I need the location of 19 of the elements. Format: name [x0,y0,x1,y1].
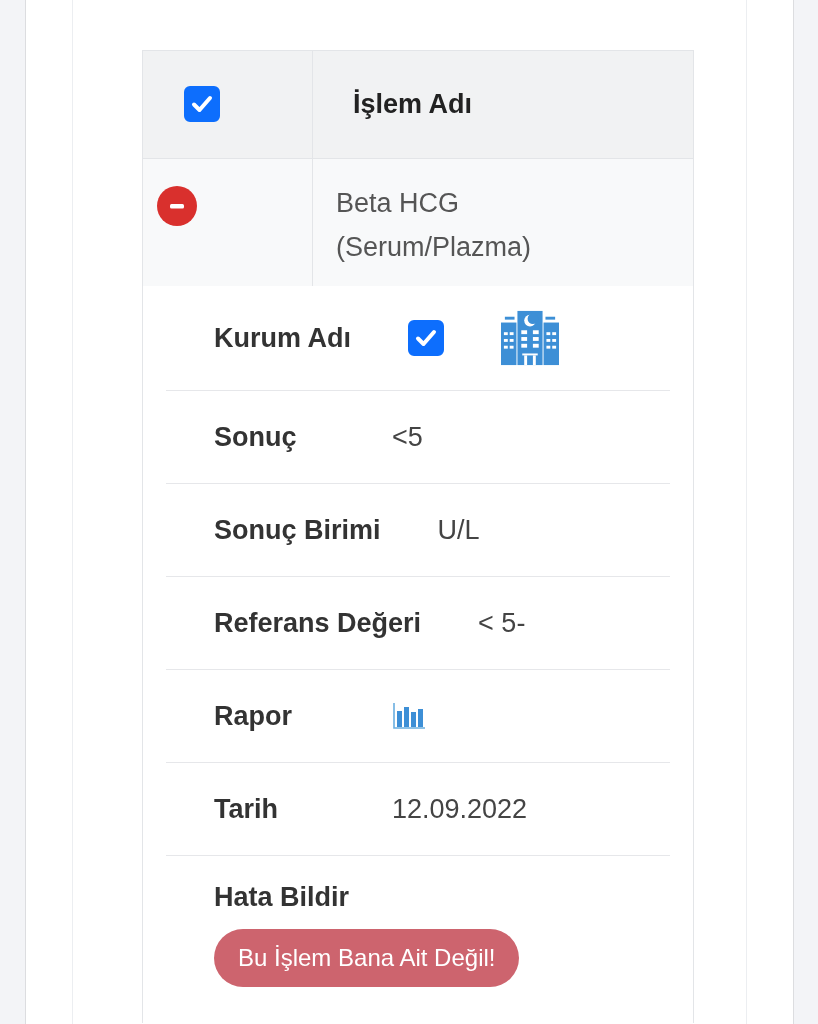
collapse-icon[interactable] [157,186,197,226]
detail-value: 12.09.2022 [392,793,528,825]
hospital-building-icon [500,309,560,367]
report-error-button[interactable]: Bu İşlem Bana Ait Değil! [214,929,520,987]
detail-label: Rapor [214,700,293,732]
detail-label: Kurum Adı [214,322,351,354]
detail-label: Sonuç [214,421,298,453]
detail-label: Sonuç Birimi [214,514,381,546]
detail-value: < 5- [478,607,526,639]
checkbox[interactable] [184,86,220,122]
detail-label: Hata Bildir [214,882,350,913]
column-header: İşlem Adı [353,89,473,119]
detail-value: <5 [392,421,423,453]
detail-label: Tarih [214,793,279,825]
detail-label: Referans Değeri [214,607,422,639]
detail-value: U/L [437,514,480,546]
test-name: Beta HCG (Serum/Plazma) [336,187,533,264]
checkbox[interactable] [408,320,444,356]
bar-chart-icon[interactable] [392,702,426,730]
